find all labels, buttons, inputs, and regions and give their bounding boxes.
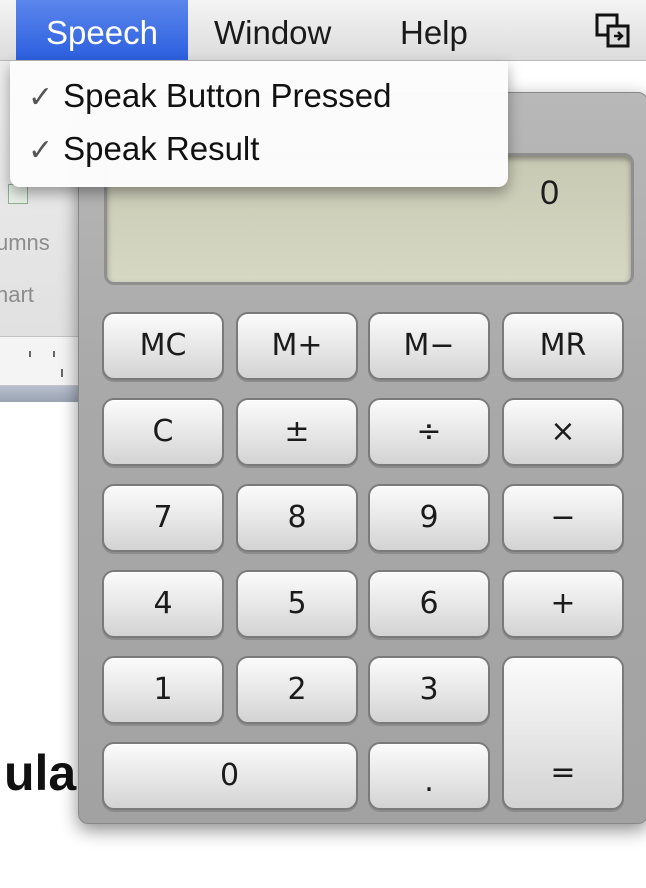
key-label: + — [550, 586, 576, 621]
document-label-columns: umns — [0, 230, 50, 255]
key-label: M+ — [271, 328, 323, 363]
checkmark-icon: ✓ — [28, 134, 54, 167]
key-3[interactable]: 3 — [368, 656, 490, 724]
key-divide[interactable]: ÷ — [368, 398, 490, 466]
key-memory-subtract[interactable]: M− — [368, 312, 490, 380]
menu-speech[interactable]: Speech — [16, 0, 188, 60]
key-memory-clear[interactable]: MC — [102, 312, 224, 380]
key-label: MR — [539, 328, 587, 363]
key-7[interactable]: 7 — [102, 484, 224, 552]
key-8[interactable]: 8 — [236, 484, 358, 552]
menu-item-label: Speak Button Pressed — [63, 77, 392, 114]
key-memory-add[interactable]: M+ — [236, 312, 358, 380]
key-label: 4 — [153, 586, 173, 621]
document-label-charts: hart — [0, 282, 34, 307]
document-heading-fragment: ula — [4, 745, 77, 801]
key-label: 7 — [153, 500, 173, 535]
key-plus-minus[interactable]: ± — [236, 398, 358, 466]
key-label: 1 — [153, 672, 173, 707]
key-equals[interactable]: = — [502, 656, 624, 810]
speech-dropdown-menu: ✓ Speak Button Pressed ✓ Speak Result — [10, 61, 508, 187]
document-ruler — [0, 336, 80, 386]
key-label: MC — [139, 328, 187, 363]
key-5[interactable]: 5 — [236, 570, 358, 638]
document-divider-band — [0, 386, 80, 402]
key-multiply[interactable]: × — [502, 398, 624, 466]
key-label: 5 — [287, 586, 307, 621]
key-decimal[interactable]: . — [368, 742, 490, 810]
key-0[interactable]: 0 — [102, 742, 358, 810]
key-label: = — [550, 755, 576, 790]
menu-window[interactable]: Window — [214, 0, 331, 60]
key-minus[interactable]: − — [502, 484, 624, 552]
key-label: 8 — [287, 500, 307, 535]
key-label: × — [550, 414, 576, 449]
checkmark-icon: ✓ — [28, 81, 54, 114]
key-label: 0 — [220, 758, 240, 793]
key-label: . — [424, 764, 434, 799]
display-value: 0 — [540, 174, 559, 212]
key-label: ÷ — [416, 414, 442, 449]
key-memory-recall[interactable]: MR — [502, 312, 624, 380]
menu-item-speak-button-pressed[interactable]: ✓ Speak Button Pressed — [28, 77, 392, 115]
menu-help[interactable]: Help — [400, 0, 468, 60]
menu-bar: Speech Window Help — [0, 0, 646, 61]
key-6[interactable]: 6 — [368, 570, 490, 638]
key-clear[interactable]: C — [102, 398, 224, 466]
key-2[interactable]: 2 — [236, 656, 358, 724]
key-plus[interactable]: + — [502, 570, 624, 638]
key-label: 2 — [287, 672, 307, 707]
key-label: M− — [403, 328, 455, 363]
window-restore-icon[interactable] — [594, 12, 632, 50]
key-label: 6 — [419, 586, 439, 621]
menu-item-speak-result[interactable]: ✓ Speak Result — [28, 130, 259, 168]
key-4[interactable]: 4 — [102, 570, 224, 638]
key-9[interactable]: 9 — [368, 484, 490, 552]
key-label: 3 — [419, 672, 439, 707]
key-label: 9 — [419, 500, 439, 535]
key-label: − — [550, 500, 576, 535]
menu-item-label: Speak Result — [63, 130, 260, 167]
key-1[interactable]: 1 — [102, 656, 224, 724]
key-label: C — [152, 414, 174, 449]
ruler-ticks-icon — [29, 351, 63, 377]
key-label: ± — [284, 414, 310, 449]
document-swatch-icon — [8, 184, 28, 204]
